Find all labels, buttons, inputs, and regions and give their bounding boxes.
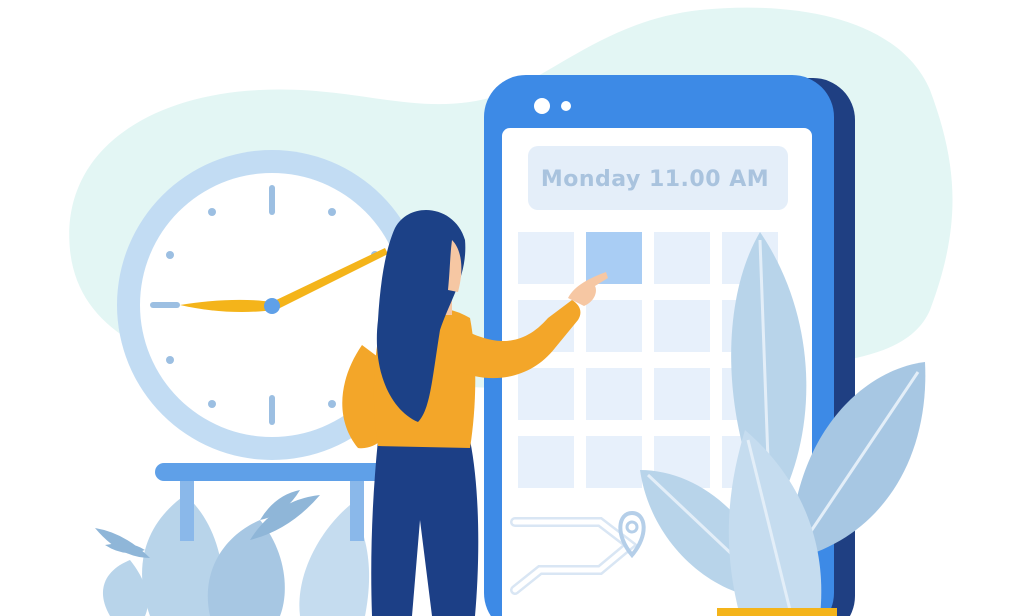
calendar-cell-selected[interactable] [586, 232, 642, 284]
calendar-cell[interactable] [654, 368, 710, 420]
calendar-cell[interactable] [586, 436, 642, 488]
calendar-cell[interactable] [654, 232, 710, 284]
camera-dot-icon [534, 98, 550, 114]
pants [371, 440, 479, 616]
scheduling-illustration: Monday 11.00 AM [0, 0, 1033, 616]
left-plants [95, 490, 370, 616]
calendar-cell[interactable] [518, 368, 574, 420]
calendar-cell[interactable] [518, 436, 574, 488]
calendar-cell[interactable] [586, 300, 642, 352]
calendar-cell[interactable] [654, 300, 710, 352]
camera-dot-small-icon [561, 101, 571, 111]
date-banner-text: Monday 11.00 AM [541, 167, 769, 192]
calendar-cell[interactable] [586, 368, 642, 420]
calendar-cell[interactable] [518, 232, 574, 284]
illustration-svg: Monday 11.00 AM [69, 7, 953, 616]
